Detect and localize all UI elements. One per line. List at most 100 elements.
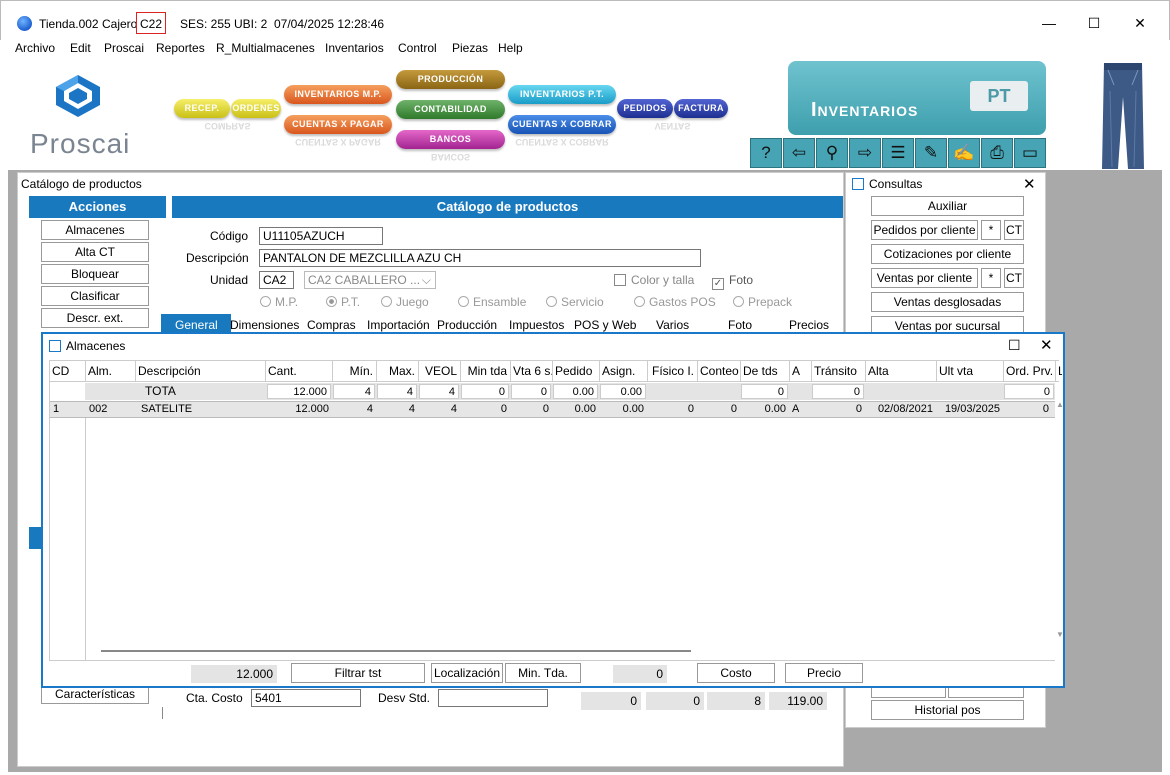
module-inventarios-pt[interactable]: INVENTARIOS P.T. — [508, 85, 616, 104]
scroll-down-icon[interactable]: ▼ — [1056, 630, 1064, 639]
minimize-button[interactable]: — — [1037, 13, 1061, 33]
ventas-star-button[interactable]: * — [981, 268, 1001, 288]
codigo-input[interactable]: U11105AZUCH — [259, 227, 383, 245]
precio-button[interactable]: Precio — [785, 663, 863, 683]
col-ord-prv[interactable]: Ord. Prv. — [1003, 360, 1055, 382]
module-cuentas-cobrar[interactable]: CUENTAS X COBRAR — [508, 115, 616, 134]
col-alm[interactable]: Alm. — [85, 360, 135, 382]
desv-std-input[interactable] — [438, 689, 548, 707]
filtrar-button[interactable]: Filtrar tst — [291, 663, 425, 683]
module-cuentas-pagar[interactable]: CUENTAS X PAGAR — [284, 115, 392, 134]
window-icon[interactable]: ▭ — [1014, 138, 1046, 168]
module-factura[interactable]: FACTURA — [674, 99, 728, 118]
col-pedido[interactable]: Pedido — [552, 360, 599, 382]
search-icon[interactable]: ⚲ — [816, 138, 848, 168]
edit-list-icon[interactable]: ✎ — [915, 138, 947, 168]
col-transito[interactable]: Tránsito — [811, 360, 865, 382]
tab-produccion[interactable]: Producción — [437, 318, 497, 332]
col-conteo[interactable]: Conteo — [697, 360, 740, 382]
almacenes-button[interactable]: Almacenes — [41, 220, 149, 240]
alta-ct-button[interactable]: Alta CT — [41, 242, 149, 262]
col-alta[interactable]: Alta — [865, 360, 936, 382]
back-arrow-icon[interactable]: ⇦ — [783, 138, 815, 168]
close-button[interactable]: ✕ — [1128, 13, 1152, 33]
col-fisico[interactable]: Físico I. — [647, 360, 697, 382]
clasificar-button[interactable]: Clasificar — [41, 286, 149, 306]
pedidos-star-button[interactable]: * — [981, 220, 1001, 240]
col-l[interactable]: L — [1055, 360, 1062, 382]
menu-edit[interactable]: Edit — [70, 41, 91, 55]
pedidos-cliente-button[interactable]: Pedidos por cliente — [871, 220, 978, 240]
tab-precios[interactable]: Precios — [789, 318, 829, 332]
maximize-button[interactable]: ☐ — [1082, 13, 1106, 33]
list-icon[interactable]: ☰ — [882, 138, 914, 168]
costo-button[interactable]: Costo — [697, 663, 775, 683]
tab-pos-web[interactable]: POS y Web — [574, 318, 636, 332]
tab-general[interactable]: General — [175, 318, 218, 332]
historial-pos-button[interactable]: Historial pos — [871, 700, 1024, 720]
menu-archivo[interactable]: Archivo — [15, 41, 55, 55]
tab-foto[interactable]: Foto — [728, 318, 752, 332]
scroll-up-icon[interactable]: ▲ — [1056, 400, 1064, 409]
vertical-scrollbar[interactable]: ▲ ▼ — [1056, 400, 1064, 642]
radio-mp[interactable]: M.P. — [260, 295, 298, 309]
help-icon[interactable]: ? — [750, 138, 782, 168]
localizacion-button[interactable]: Localización — [431, 663, 503, 683]
unidad-input[interactable]: CA2 — [259, 271, 294, 289]
auxiliar-button[interactable]: Auxiliar — [871, 196, 1024, 216]
bloquear-button[interactable]: Bloquear — [41, 264, 149, 284]
cotizaciones-button[interactable]: Cotizaciones por cliente — [871, 244, 1024, 264]
module-ordenes[interactable]: ORDENES — [231, 99, 281, 118]
col-min[interactable]: Mín. — [332, 360, 376, 382]
pedidos-ct-button[interactable]: CT — [1004, 220, 1024, 240]
forward-arrow-icon[interactable]: ⇨ — [849, 138, 881, 168]
almacenes-close-icon[interactable]: ✕ — [1040, 336, 1053, 354]
tab-compras[interactable]: Compras — [307, 318, 356, 332]
consultas-close-icon[interactable]: ✕ — [1023, 175, 1036, 193]
tab-varios[interactable]: Varios — [656, 318, 689, 332]
col-descripcion[interactable]: Descripción — [135, 360, 265, 382]
radio-servicio[interactable]: Servicio — [546, 295, 604, 309]
radio-prepack[interactable]: Prepack — [733, 295, 792, 309]
col-max[interactable]: Max. — [376, 360, 418, 382]
radio-gastos-pos[interactable]: Gastos POS — [634, 295, 716, 309]
unidad-select[interactable]: CA2 CABALLERO ... ⌵ — [304, 271, 436, 289]
menu-inventarios[interactable]: Inventarios — [325, 41, 384, 55]
horizontal-scrollbar[interactable] — [101, 650, 691, 652]
print-icon[interactable]: ⎙ — [981, 138, 1013, 168]
ventas-cliente-button[interactable]: Ventas por cliente — [871, 268, 978, 288]
menu-proscai[interactable]: Proscai — [104, 41, 144, 55]
module-inventarios-mp[interactable]: INVENTARIOS M.P. — [284, 85, 392, 104]
col-asign[interactable]: Asign. — [599, 360, 647, 382]
col-min-tda[interactable]: Min tda — [460, 360, 510, 382]
menu-help[interactable]: Help — [498, 41, 523, 55]
module-contabilidad[interactable]: CONTABILIDAD — [396, 100, 505, 119]
menu-piezas[interactable]: Piezas — [452, 41, 488, 55]
tab-importacion[interactable]: Importación — [367, 318, 430, 332]
col-veol[interactable]: VEOL — [418, 360, 460, 382]
edit-icon[interactable]: ✍ — [948, 138, 980, 168]
col-ult-vta[interactable]: Ult vta — [936, 360, 1003, 382]
module-bancos[interactable]: BANCOS — [396, 130, 505, 149]
descripcion-input[interactable]: PANTALON DE MEZCLILLA AZU CH — [259, 249, 701, 267]
ventas-ct-button[interactable]: CT — [1004, 268, 1024, 288]
menu-control[interactable]: Control — [398, 41, 437, 55]
col-vta-6s[interactable]: Vta 6 s. — [510, 360, 552, 382]
cta-costo-input[interactable]: 5401 — [251, 689, 361, 707]
min-tda-button[interactable]: Min. Tda. — [505, 663, 581, 683]
tab-impuestos[interactable]: Impuestos — [509, 318, 564, 332]
module-produccion[interactable]: PRODUCCIÓN — [396, 70, 505, 89]
ventas-desglosadas-button[interactable]: Ventas desglosadas — [871, 292, 1024, 312]
module-recep[interactable]: RECEP. — [174, 99, 230, 118]
col-a[interactable]: A — [789, 360, 811, 382]
menu-reportes[interactable]: Reportes — [156, 41, 205, 55]
col-cd[interactable]: CD — [49, 360, 85, 382]
descr-ext-button[interactable]: Descr. ext. — [41, 308, 149, 328]
radio-pt[interactable]: P.T. — [326, 295, 360, 309]
foto-checkbox[interactable]: ✓ Foto — [712, 273, 753, 290]
color-talla-checkbox[interactable]: Color y talla — [614, 273, 694, 287]
col-de-tds[interactable]: De tds — [740, 360, 789, 382]
radio-ensamble[interactable]: Ensamble — [458, 295, 526, 309]
tab-dimensiones[interactable]: Dimensiones — [230, 318, 299, 332]
col-cant[interactable]: Cant. — [265, 360, 332, 382]
